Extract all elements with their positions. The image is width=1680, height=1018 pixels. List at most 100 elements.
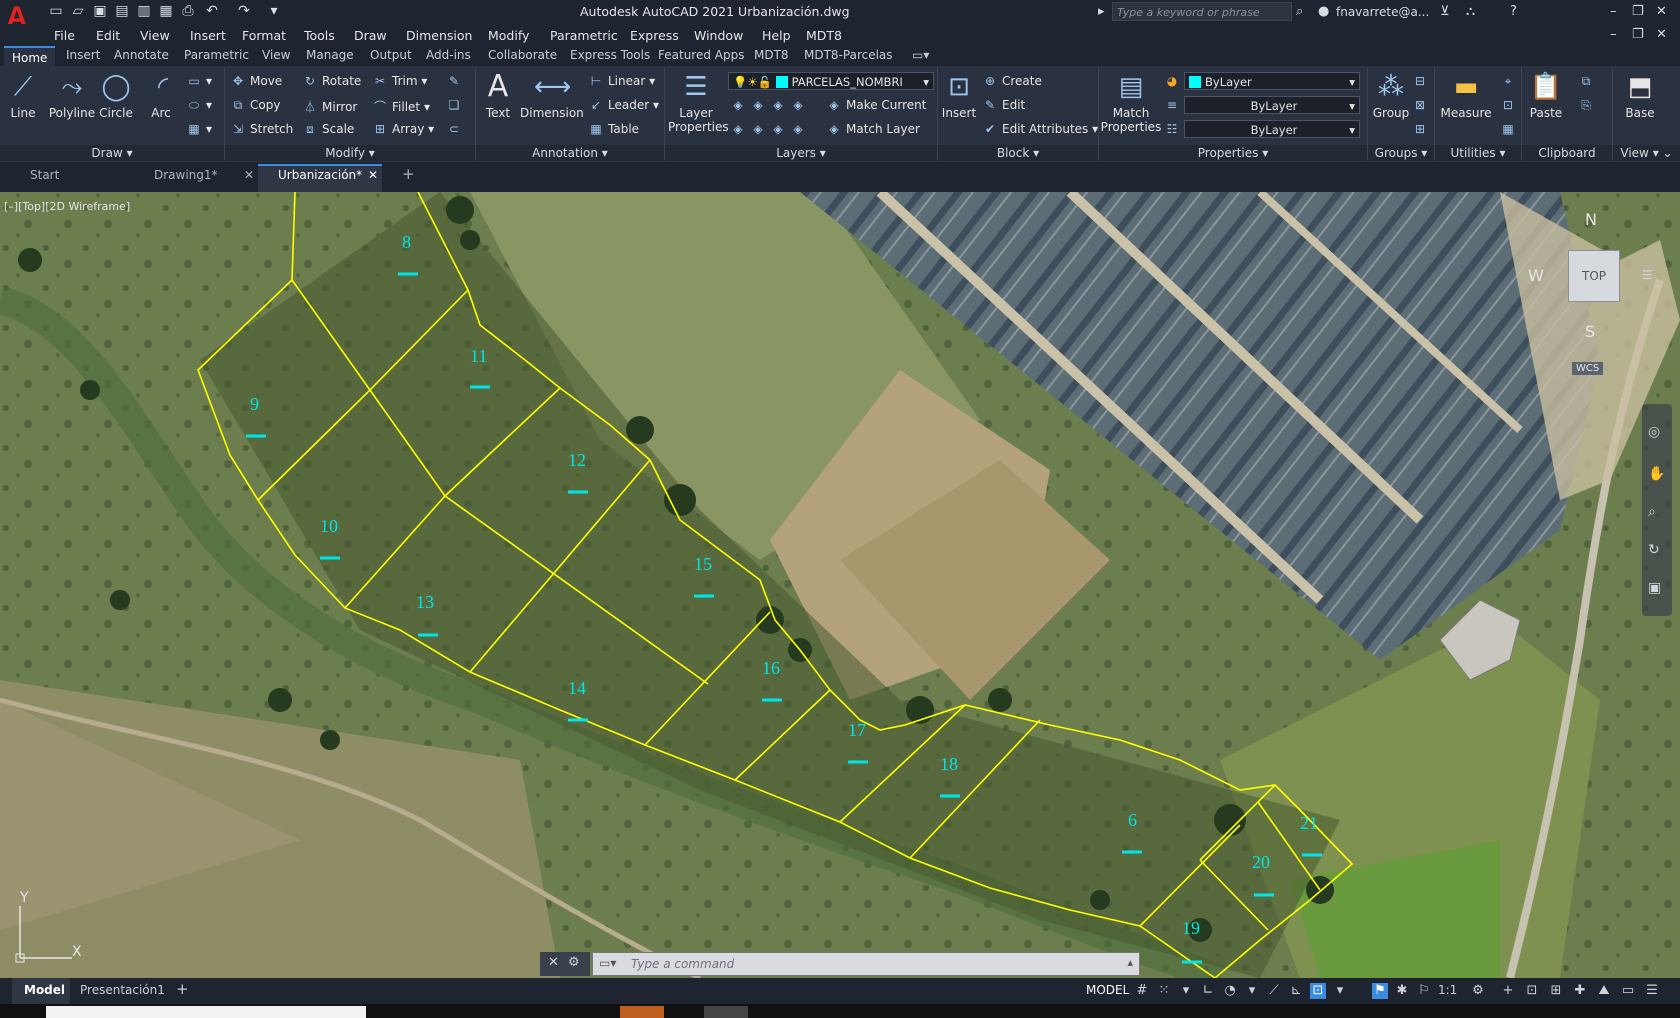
copy-button[interactable]: ⧉ Copy <box>230 98 281 113</box>
wcs-menu[interactable]: WCS <box>1572 362 1604 375</box>
restore-icon[interactable]: ❐ <box>1632 3 1644 21</box>
panel-utilities[interactable]: Utilities ▾ <box>1435 145 1521 161</box>
doc-tab-urbanizacion[interactable]: Urbanización* <box>278 168 362 182</box>
undo-icon[interactable]: ↶ <box>204 3 220 19</box>
panel-annotation[interactable]: Annotation ▾ <box>476 145 664 161</box>
viewcube-top[interactable]: TOP <box>1568 250 1620 302</box>
taskbar-search-box[interactable] <box>46 1006 366 1018</box>
parcel-label[interactable]: 9 <box>250 394 259 415</box>
help-icon[interactable]: ? <box>1510 3 1517 21</box>
menu-view[interactable]: View <box>140 28 170 43</box>
cut-icon[interactable]: ⎘ <box>1578 98 1598 113</box>
rectangle-button[interactable]: ▭ ▾ <box>186 74 212 88</box>
doc-restore-icon[interactable]: ❐ <box>1632 26 1644 44</box>
new-file-icon[interactable]: ▭ <box>48 3 64 19</box>
table-button[interactable]: ▦ Table <box>588 122 639 136</box>
isolate-objects-icon[interactable]: ⛰ <box>1596 983 1612 999</box>
group-edit-icon[interactable]: ⊠ <box>1412 98 1432 112</box>
arc-button[interactable]: ◜ Arc <box>146 70 176 120</box>
leader-button[interactable]: ↙ Leader ▾ <box>588 98 659 112</box>
rotate-button[interactable]: ↻ Rotate <box>302 74 361 88</box>
menu-mdt8[interactable]: MDT8 <box>806 28 842 43</box>
base-view-button[interactable]: ⬒ Base <box>1620 70 1660 120</box>
quick-select-icon[interactable]: ⌖ <box>1500 74 1520 89</box>
panel-draw[interactable]: Draw ▾ <box>0 145 224 161</box>
scale-button[interactable]: ⧈ Scale <box>302 122 354 137</box>
create-block-button[interactable]: ⊕ Create <box>982 74 1042 88</box>
menu-dimension[interactable]: Dimension <box>406 28 472 43</box>
parcel-label[interactable]: 20 <box>1252 852 1270 873</box>
tab-mdt8-parcelas[interactable]: MDT8-Parcelas <box>804 48 893 62</box>
command-input[interactable]: Type a command <box>631 953 734 975</box>
ungroup-icon[interactable]: ⊟ <box>1412 74 1432 88</box>
trim-button[interactable]: ✂ Trim ▾ <box>372 74 427 88</box>
panel-modify[interactable]: Modify ▾ <box>225 145 475 161</box>
parcel-label[interactable]: 11 <box>470 346 487 367</box>
parcel-label[interactable]: 14 <box>568 678 586 699</box>
command-close-icon[interactable]: ✕ <box>548 955 559 970</box>
doc-close-icon[interactable]: ✕ <box>1656 26 1667 44</box>
menu-express[interactable]: Express <box>630 28 679 43</box>
tab-parametric[interactable]: Parametric <box>184 48 249 62</box>
object-snap-icon[interactable]: ⊡ <box>1310 983 1326 999</box>
orbit-icon[interactable]: ↻ <box>1648 542 1660 558</box>
make-current-button[interactable]: ◈ Make Current <box>826 98 926 112</box>
doc-tab-drawing1[interactable]: Drawing1* <box>154 168 218 182</box>
a360-icon[interactable]: ⛬ <box>1466 3 1475 21</box>
menu-draw[interactable]: Draw <box>354 28 387 43</box>
model-space-toggle[interactable]: MODEL <box>1086 983 1129 997</box>
layer-dropdown[interactable]: 💡☀🔓 PARCELAS_NOMBRI ▾ <box>728 72 934 90</box>
parcel-label[interactable]: 16 <box>762 658 780 679</box>
model-tab[interactable]: Model <box>24 983 65 997</box>
tab-insert[interactable]: Insert <box>66 48 100 62</box>
open-file-icon[interactable]: ▱ <box>70 3 86 19</box>
polar-menu-icon[interactable]: ▾ <box>1244 983 1260 999</box>
tab-addins[interactable]: Add-ins <box>426 48 471 62</box>
save-as-icon[interactable]: ▤ <box>114 3 130 19</box>
edit-attributes-button[interactable]: ✔ Edit Attributes ▾ <box>982 122 1098 136</box>
annotation-scale-value[interactable]: 1:1 <box>1438 983 1457 997</box>
panel-block[interactable]: Block ▾ <box>938 145 1098 161</box>
isodraft-icon[interactable]: ⟋ <box>1266 983 1282 999</box>
color-dropdown[interactable]: ByLayer ▾ <box>1184 72 1360 90</box>
panel-clipboard[interactable]: Clipboard <box>1522 145 1612 161</box>
lock-ui-icon[interactable]: ✚ <box>1572 983 1588 999</box>
showmotion-icon[interactable]: ▣ <box>1648 580 1661 596</box>
text-button[interactable]: A Text <box>480 70 516 121</box>
taskbar-app-icon[interactable] <box>704 1006 748 1018</box>
zoom-icon[interactable]: ⌕ <box>1648 504 1656 520</box>
taskbar-app-icon[interactable] <box>620 1006 664 1018</box>
parcel-label[interactable]: 8 <box>402 232 411 253</box>
pan-icon[interactable]: ✋ <box>1648 466 1665 482</box>
tab-manage[interactable]: Manage <box>306 48 354 62</box>
ribbon-display-toggle-icon[interactable]: ▭▾ <box>912 48 929 62</box>
new-tab-plus-icon[interactable]: + <box>402 165 415 183</box>
snap-menu-icon[interactable]: ▾ <box>1178 983 1194 999</box>
panel-groups[interactable]: Groups ▾ <box>1368 145 1434 161</box>
redo-icon[interactable]: ↷ <box>236 3 252 19</box>
menu-edit[interactable]: Edit <box>96 28 120 43</box>
auto-scale-icon[interactable]: ✱ <box>1394 983 1410 999</box>
calculator-icon[interactable]: ▦ <box>1500 122 1520 136</box>
workspace-gear-icon[interactable]: ⚙ <box>1470 983 1486 999</box>
panel-layers[interactable]: Layers ▾ <box>665 145 937 161</box>
menu-help[interactable]: Help <box>762 28 791 43</box>
doc-tab-close-icon[interactable]: ✕ <box>368 168 378 182</box>
viewcube-south[interactable]: S <box>1585 322 1595 341</box>
menu-tools[interactable]: Tools <box>304 28 335 43</box>
doc-minimize-icon[interactable]: – <box>1610 26 1617 44</box>
explode-button[interactable]: ❏ <box>446 98 466 112</box>
tab-featured-apps[interactable]: Featured Apps <box>658 48 744 62</box>
parcel-label[interactable]: 18 <box>940 754 958 775</box>
annotation-visibility-icon[interactable]: ⚑ <box>1372 983 1388 999</box>
parcel-label[interactable]: 6 <box>1128 810 1137 831</box>
hatch-button[interactable]: ⬭ ▾ <box>186 98 212 113</box>
units-icon[interactable]: ⊡ <box>1524 983 1540 999</box>
menu-window[interactable]: Window <box>694 28 743 43</box>
array-button[interactable]: ⊞ Array ▾ <box>372 122 434 136</box>
tab-mdt8[interactable]: MDT8 <box>754 48 789 62</box>
doc-tab-close-icon[interactable]: ✕ <box>244 168 254 182</box>
paste-button[interactable]: 📋 Paste <box>1526 70 1566 120</box>
ortho-icon[interactable]: ∟ <box>1200 983 1216 999</box>
mirror-button[interactable]: ⏃ Mirror <box>302 98 357 115</box>
